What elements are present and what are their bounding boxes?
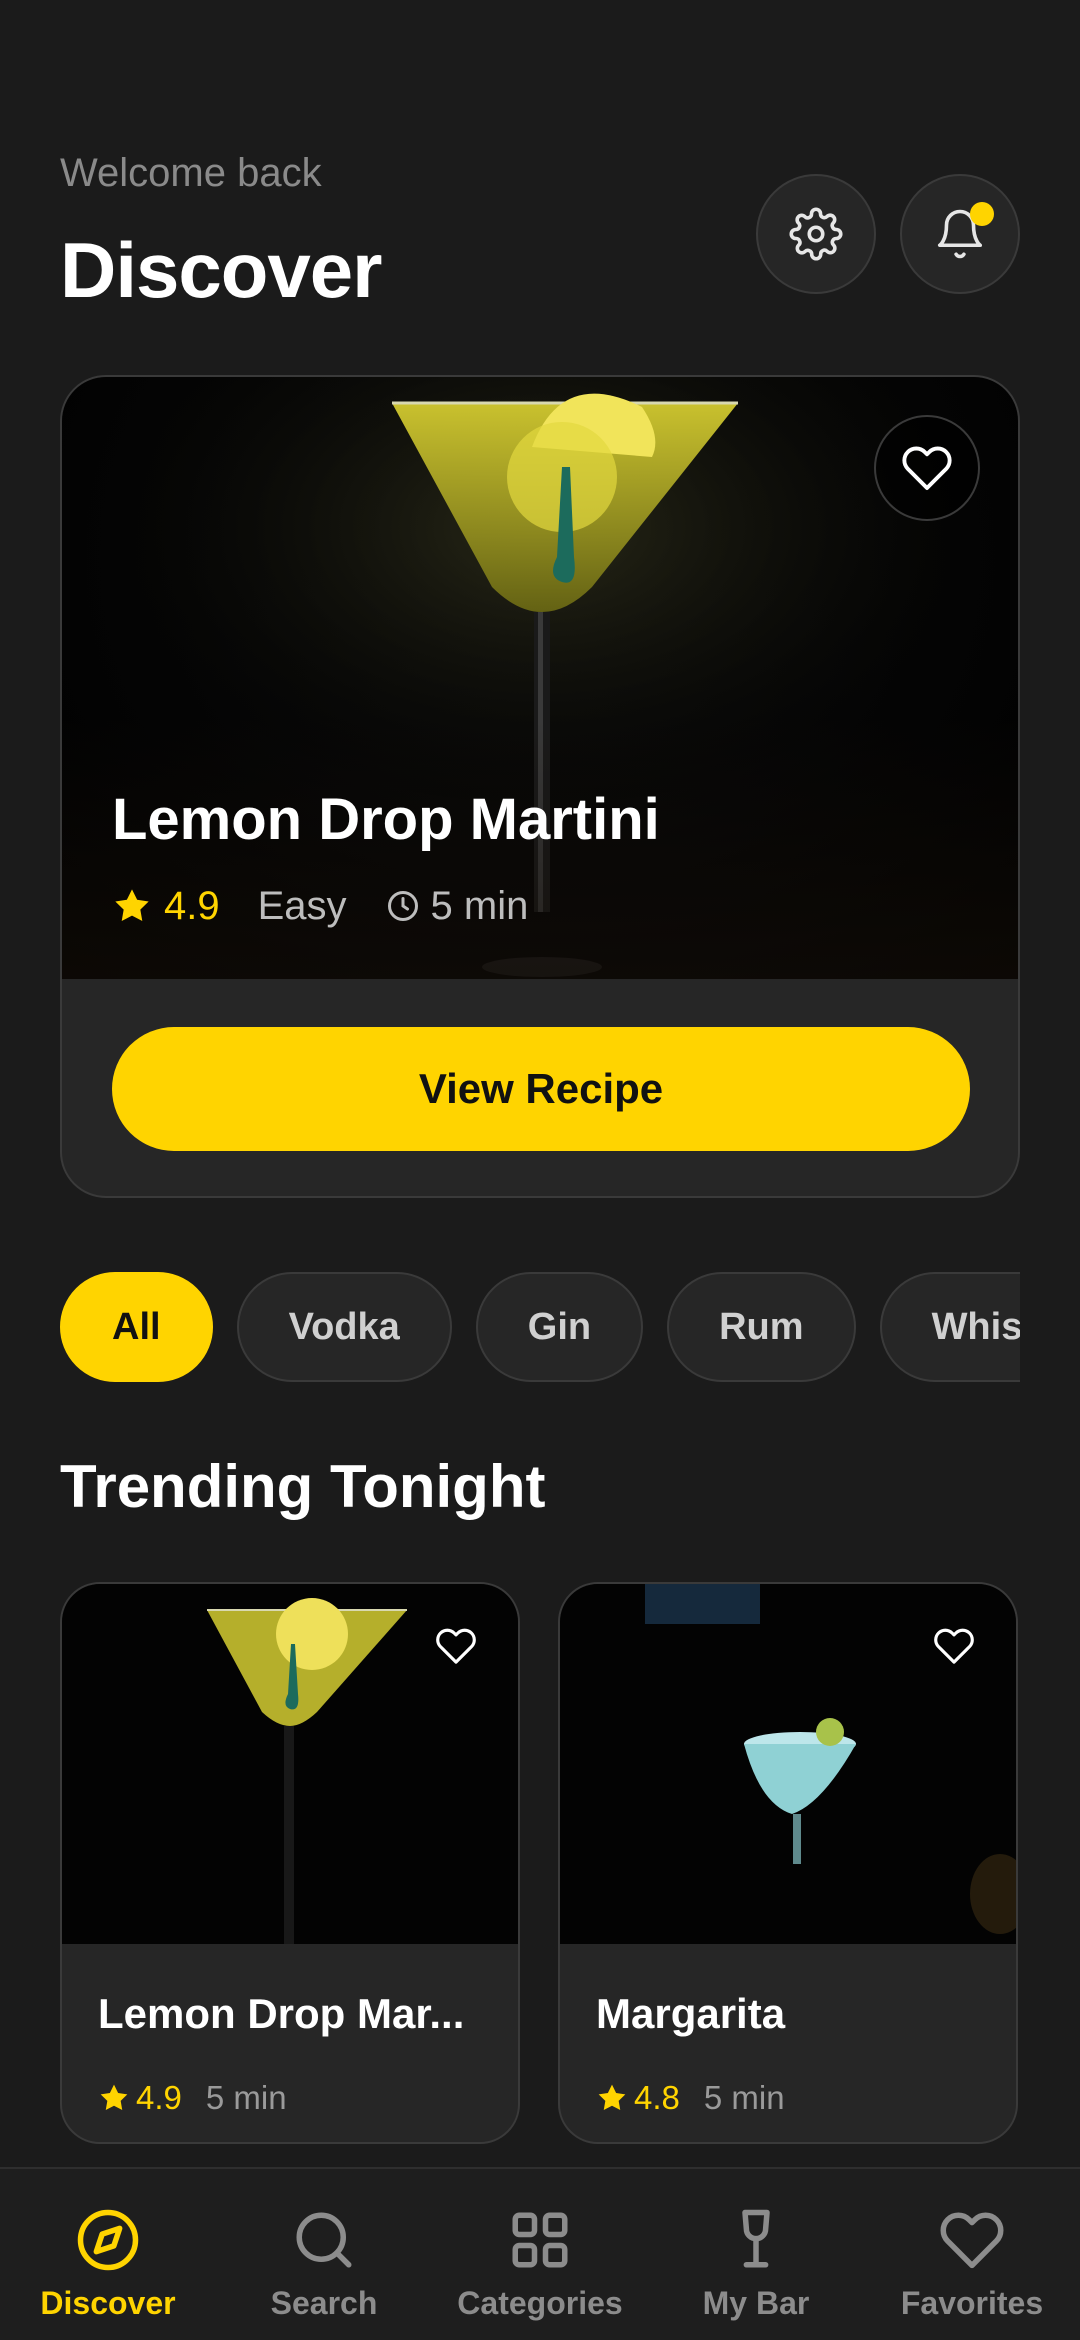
trending-card-time: 5 min — [205, 2079, 287, 2116]
nav-item-categories[interactable]: Categories — [440, 2207, 640, 2322]
nav-label: Discover — [40, 2285, 176, 2321]
trending-card-rating: 4.9 — [136, 2079, 182, 2116]
featured-drink-name: Lemon Drop Martini — [112, 787, 660, 852]
nav-item-discover[interactable]: Discover — [8, 2207, 208, 2322]
star-icon — [115, 889, 149, 922]
grid-icon — [512, 2212, 568, 2268]
category-chips: All Vodka Gin Rum Whis — [60, 1272, 1020, 1384]
trending-card[interactable]: Margarita 4.8 5 min — [558, 1582, 1018, 2144]
chip-rum[interactable]: Rum — [667, 1272, 856, 1382]
chip-whiskey[interactable]: Whis — [879, 1272, 1020, 1382]
notifications-button[interactable] — [900, 174, 1020, 294]
heart-icon — [934, 1628, 974, 1664]
nav-item-my-bar[interactable]: My Bar — [656, 2207, 856, 2322]
view-recipe-button[interactable]: View Recipe — [112, 1027, 970, 1151]
trending-card-meta: 4.9 5 min — [98, 2078, 287, 2118]
page-title: Discover — [60, 226, 383, 314]
trending-card-name: Lemon Drop Mar... — [98, 1990, 465, 2037]
trending-card-time: 5 min — [703, 2079, 785, 2116]
trending-card-name: Margarita — [596, 1990, 786, 2037]
featured-rating: 4.9 — [164, 884, 220, 928]
nav-label: Favorites — [900, 2285, 1044, 2321]
chip-all[interactable]: All — [60, 1272, 213, 1382]
star-icon — [598, 2084, 626, 2111]
heart-icon — [940, 2212, 1004, 2269]
nav-label: Categories — [457, 2285, 623, 2321]
featured-time: 5 min — [430, 884, 529, 928]
compass-icon — [77, 2209, 139, 2271]
heart-icon — [436, 1628, 476, 1664]
nav-label: Search — [270, 2285, 378, 2321]
favorite-button[interactable] — [424, 1614, 488, 1678]
favorite-button[interactable] — [922, 1614, 986, 1678]
gear-icon — [789, 207, 843, 261]
nav-item-search[interactable]: Search — [224, 2207, 424, 2322]
trending-card[interactable]: Lemon Drop Mar... 4.9 5 min — [60, 1582, 520, 2144]
star-icon — [100, 2084, 128, 2111]
settings-button[interactable] — [756, 174, 876, 294]
trending-card-rating: 4.8 — [634, 2079, 680, 2116]
chip-vodka[interactable]: Vodka — [236, 1272, 452, 1382]
featured-difficulty: Easy — [257, 884, 347, 928]
bottom-nav: Discover Search Categories My Bar Favori… — [0, 2167, 1080, 2340]
featured-meta: 4.9 Easy 5 min — [112, 882, 528, 930]
wine-glass-icon — [742, 2209, 770, 2268]
favorite-button[interactable] — [874, 415, 980, 521]
notification-dot — [970, 202, 994, 226]
chip-gin[interactable]: Gin — [475, 1272, 644, 1382]
nav-label: My Bar — [702, 2285, 810, 2321]
trending-card-meta: 4.8 5 min — [596, 2078, 785, 2118]
featured-card[interactable]: Lemon Drop Martini 4.9 Easy 5 min View R… — [60, 375, 1020, 1198]
clock-icon — [387, 891, 418, 921]
search-icon — [296, 2212, 352, 2268]
section-title: Trending Tonight — [60, 1453, 546, 1520]
welcome-text: Welcome back — [60, 151, 322, 195]
heart-icon — [902, 446, 952, 490]
nav-item-favorites[interactable]: Favorites — [872, 2207, 1072, 2322]
